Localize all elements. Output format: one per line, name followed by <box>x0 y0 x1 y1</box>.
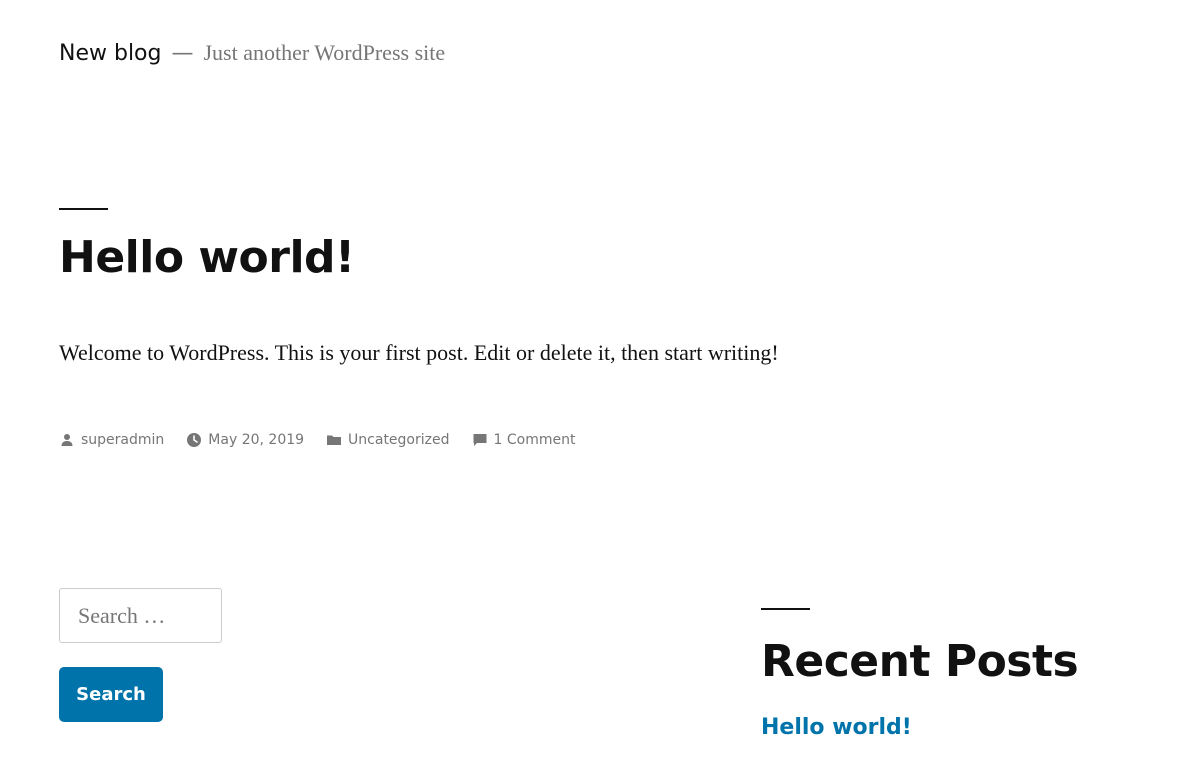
search-widget: Search <box>59 588 222 722</box>
date-link[interactable]: May 20, 2019 <box>208 432 304 448</box>
post-title[interactable]: Hello world! <box>59 232 355 283</box>
post-category: Uncategorized <box>326 432 450 448</box>
person-icon <box>61 434 73 446</box>
folder-icon <box>327 435 342 445</box>
recent-post-link[interactable]: Hello world! <box>761 715 912 740</box>
post-author: superadmin <box>59 432 164 448</box>
site-header: New blog — Just another WordPress site <box>59 40 445 66</box>
widget-title-divider <box>761 608 810 610</box>
comment-icon <box>473 434 486 446</box>
site-tagline: Just another WordPress site <box>203 40 446 65</box>
site-title-link[interactable]: New blog <box>59 41 161 66</box>
search-input[interactable] <box>59 588 222 643</box>
post-comments: 1 Comment <box>472 432 576 448</box>
search-button[interactable]: Search <box>59 667 163 722</box>
recent-posts-title: Recent Posts <box>761 636 1079 687</box>
post-meta: superadmin May 20, 2019 Uncategorized 1 … <box>59 432 597 448</box>
page: New blog — Just another WordPress site H… <box>0 0 1178 768</box>
author-link[interactable]: superadmin <box>81 432 164 448</box>
post-content: Welcome to WordPress. This is your first… <box>59 340 779 365</box>
post-title-divider <box>59 208 108 210</box>
clock-icon <box>187 433 202 447</box>
post-date: May 20, 2019 <box>186 432 304 448</box>
title-separator: — <box>171 41 194 66</box>
comments-link[interactable]: 1 Comment <box>494 432 576 448</box>
category-link[interactable]: Uncategorized <box>348 432 449 448</box>
